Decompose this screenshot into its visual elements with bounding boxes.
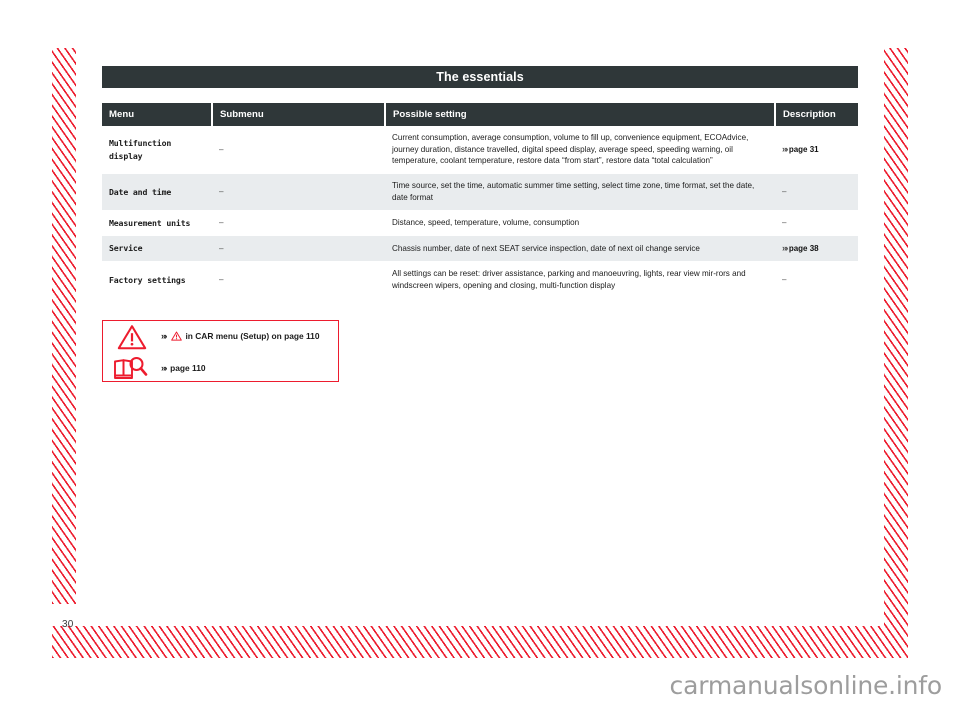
legend-warning-label: in CAR menu (Setup) on page 110 — [185, 330, 320, 341]
cell-submenu: – — [212, 261, 385, 299]
column-header-menu: Menu — [102, 103, 213, 126]
cell-description: – — [775, 210, 858, 236]
column-header-description: Description — [775, 103, 858, 126]
cell-menu: Factory settings — [102, 261, 212, 299]
table-row: Date and time – Time source, set the time,… — [102, 173, 858, 211]
cell-possible-setting: Chassis number, date of next SEAT servic… — [385, 235, 775, 263]
legend-row-warning: »› in CAR menu (Setup) on page 110 — [103, 321, 338, 352]
cell-submenu: – — [212, 126, 385, 175]
cell-submenu: – — [212, 210, 385, 236]
cell-possible-setting: Time source, set the time, automatic sum… — [385, 173, 775, 211]
cell-menu: Measurement units — [102, 210, 212, 236]
table-row: Multifunction display – Current consumptio… — [102, 126, 858, 175]
table-row: Measurement units – Distance, speed, tempe… — [102, 210, 858, 236]
legend-reference-label: page 110 — [170, 362, 206, 373]
legend-row-reference: »› page 110 — [103, 352, 338, 383]
cell-possible-setting: Distance, speed, temperature, volume, co… — [385, 210, 775, 236]
page-reference-link[interactable]: page 38 — [789, 244, 819, 253]
warning-triangle-icon — [103, 324, 161, 350]
cell-possible-setting: All settings can be reset: driver assist… — [385, 261, 775, 299]
cell-submenu: – — [212, 235, 385, 263]
site-watermark: carmanualsonline.info — [669, 671, 943, 700]
chevron-reference-icon: »› — [161, 330, 167, 341]
page-number: 30 — [62, 619, 74, 630]
column-header-submenu: Submenu — [212, 103, 386, 126]
legend-reference-text: »› page 110 — [161, 363, 206, 373]
cell-possible-setting: Current consumption, average consumption… — [385, 126, 775, 175]
cell-description: »› page 38 — [775, 235, 858, 263]
settings-table: Menu Submenu Possible setting Descriptio… — [102, 103, 858, 299]
legend-warning-text: »› in CAR menu (Setup) on page 110 — [161, 331, 319, 343]
table-row: Service – Chassis number, date of next SEA… — [102, 235, 858, 263]
chevron-reference-icon-2: »› — [161, 362, 167, 373]
cell-description: »› page 31 — [775, 126, 858, 175]
cell-menu: Multifunction display — [102, 126, 212, 175]
cell-menu: Service — [102, 235, 212, 263]
table-row: Factory settings – All settings can be res… — [102, 261, 858, 299]
table-header-row: Menu Submenu Possible setting Descriptio… — [102, 103, 858, 126]
legend-box: »› in CAR menu (Setup) on page 110 »› pa… — [102, 320, 339, 382]
page-reference-link[interactable]: page 31 — [789, 145, 819, 154]
page-number-notch — [52, 604, 112, 626]
cell-submenu: – — [212, 173, 385, 211]
column-header-possible-setting: Possible setting — [385, 103, 776, 126]
page-title: The essentials — [436, 70, 524, 84]
cell-description: – — [775, 261, 858, 299]
chevron-reference-icon: »› — [782, 242, 788, 253]
chevron-reference-icon: »› — [782, 144, 788, 155]
cell-menu: Date and time — [102, 173, 212, 211]
inline-warning-triangle-icon — [171, 331, 182, 343]
cell-description: – — [775, 173, 858, 211]
chapter-title-bar: The essentials — [102, 66, 858, 88]
book-magnifier-icon — [103, 356, 161, 380]
